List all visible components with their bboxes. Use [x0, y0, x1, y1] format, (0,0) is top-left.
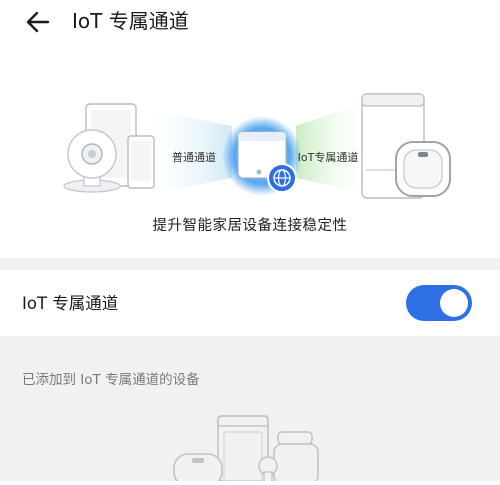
- camera-icon: [63, 129, 121, 193]
- toggle-knob: [440, 289, 468, 317]
- speaker-outline-icon: [273, 431, 319, 485]
- added-devices-caption: 已添加到 IoT 专属通道的设备: [22, 372, 200, 388]
- globe-icon: [267, 163, 297, 193]
- sensor-icon: [395, 141, 451, 197]
- section-divider: [0, 258, 500, 270]
- page-title: IoT 专属通道: [72, 9, 189, 33]
- top-bar: IoT 专属通道: [0, 0, 500, 44]
- iot-channel-band: [296, 100, 372, 194]
- phone-icon: [127, 135, 155, 189]
- iot-channel-toggle-label: IoT 专属通道: [22, 294, 119, 313]
- iot-channel-label: IoT专属通道: [298, 150, 359, 164]
- iot-channel-toggle[interactable]: [406, 285, 472, 321]
- arrow-left-icon: [26, 11, 50, 33]
- channel-illustration: 普通通道 IoT专属通道: [0, 86, 500, 206]
- stability-tagline: 提升智能家居设备连接稳定性: [152, 218, 348, 234]
- back-button[interactable]: [22, 6, 54, 38]
- empty-devices-illustration: [160, 410, 340, 485]
- normal-channel-label: 普通通道: [172, 150, 216, 164]
- sensor-outline-icon: [173, 453, 223, 485]
- added-devices-section: 已添加到 IoT 专属通道的设备: [0, 336, 500, 485]
